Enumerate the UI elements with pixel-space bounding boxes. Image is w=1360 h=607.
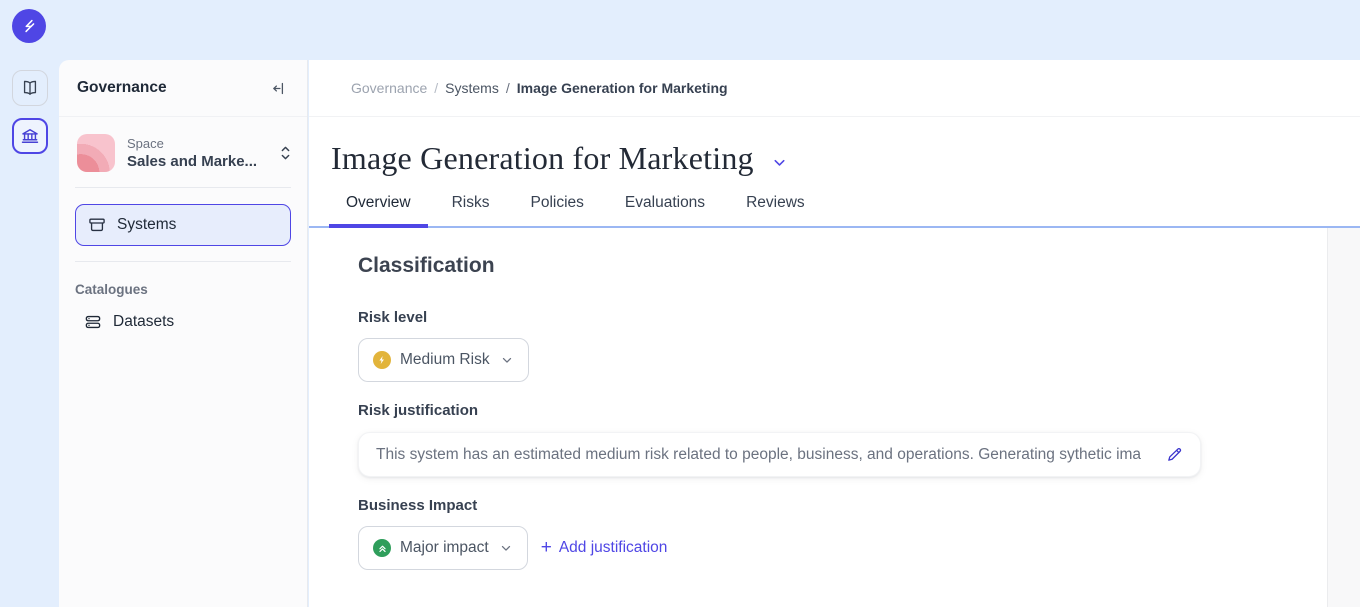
business-impact-value: Major impact bbox=[400, 539, 489, 557]
sidebar-section-label: Catalogues bbox=[75, 282, 307, 297]
tab-risks[interactable]: Risks bbox=[435, 194, 507, 226]
breadcrumb-systems[interactable]: Systems bbox=[445, 80, 499, 96]
page-title: Image Generation for Marketing bbox=[331, 140, 754, 177]
pencil-icon[interactable] bbox=[1164, 444, 1185, 465]
sidebar-item-label: Datasets bbox=[113, 313, 174, 331]
chevron-down-icon bbox=[499, 541, 513, 555]
risk-justification-text: This system has an estimated medium risk… bbox=[376, 446, 1152, 464]
risk-level-value: Medium Risk bbox=[400, 351, 490, 369]
database-icon bbox=[83, 312, 103, 332]
content-area: Classification Risk level Medium Risk Ri… bbox=[309, 228, 1360, 607]
tab-reviews[interactable]: Reviews bbox=[729, 194, 822, 226]
risk-justification-label: Risk justification bbox=[358, 402, 1264, 419]
breadcrumb: Governance / Systems / Image Generation … bbox=[309, 60, 1360, 117]
rail-governance-button[interactable] bbox=[12, 118, 48, 154]
risk-level-dropdown[interactable]: Medium Risk bbox=[358, 338, 529, 382]
bank-icon bbox=[20, 126, 40, 146]
bolt-badge-icon bbox=[373, 351, 391, 369]
space-name: Sales and Marke... bbox=[127, 153, 278, 170]
space-kicker: Space bbox=[127, 136, 278, 151]
risk-level-label: Risk level bbox=[358, 309, 1264, 326]
tab-policies[interactable]: Policies bbox=[514, 194, 601, 226]
collapse-left-icon[interactable] bbox=[268, 78, 289, 99]
space-avatar bbox=[77, 134, 115, 172]
divider bbox=[75, 187, 291, 188]
tab-bar: Overview Risks Policies Evaluations Revi… bbox=[309, 194, 1360, 228]
business-impact-label: Business Impact bbox=[358, 497, 1264, 514]
tab-overview[interactable]: Overview bbox=[329, 194, 428, 226]
breadcrumb-governance[interactable]: Governance bbox=[351, 80, 427, 96]
app-logo[interactable] bbox=[12, 9, 46, 43]
chevron-down-icon bbox=[500, 353, 514, 367]
rail-docs-button[interactable] bbox=[12, 70, 48, 106]
sidebar-header: Governance bbox=[59, 60, 307, 117]
space-meta: Space Sales and Marke... bbox=[127, 136, 278, 170]
business-impact-row: Major impact + Add justification bbox=[358, 526, 1264, 570]
breadcrumb-current: Image Generation for Marketing bbox=[517, 80, 728, 96]
book-icon bbox=[20, 78, 40, 98]
bolt-logo-icon bbox=[19, 16, 39, 36]
sidebar-item-systems[interactable]: Systems bbox=[75, 204, 291, 246]
risk-justification-field[interactable]: This system has an estimated medium risk… bbox=[358, 432, 1201, 477]
breadcrumb-separator: / bbox=[506, 80, 510, 96]
classification-heading: Classification bbox=[358, 254, 1264, 278]
title-row: Image Generation for Marketing bbox=[309, 117, 1360, 177]
plus-icon: + bbox=[541, 538, 552, 557]
archive-box-icon bbox=[87, 215, 107, 235]
scroll-gutter[interactable] bbox=[1327, 228, 1360, 607]
main-panel: Governance / Systems / Image Generation … bbox=[309, 60, 1360, 607]
chevron-down-icon[interactable] bbox=[771, 154, 788, 171]
breadcrumb-separator: / bbox=[434, 80, 438, 96]
sidebar: Governance Space Sales and Marke... bbox=[59, 60, 308, 607]
tab-evaluations[interactable]: Evaluations bbox=[608, 194, 722, 226]
add-justification-label: Add justification bbox=[559, 539, 668, 557]
sidebar-item-datasets[interactable]: Datasets bbox=[83, 312, 307, 332]
icon-rail bbox=[0, 60, 59, 607]
up-down-chevrons-icon bbox=[278, 144, 293, 162]
chevrons-up-badge-icon bbox=[373, 539, 391, 557]
space-selector[interactable]: Space Sales and Marke... bbox=[77, 134, 293, 172]
sidebar-item-label: Systems bbox=[117, 216, 176, 234]
business-impact-dropdown[interactable]: Major impact bbox=[358, 526, 528, 570]
add-justification-button[interactable]: + Add justification bbox=[541, 539, 668, 557]
sidebar-title: Governance bbox=[77, 79, 167, 97]
divider bbox=[75, 261, 291, 262]
